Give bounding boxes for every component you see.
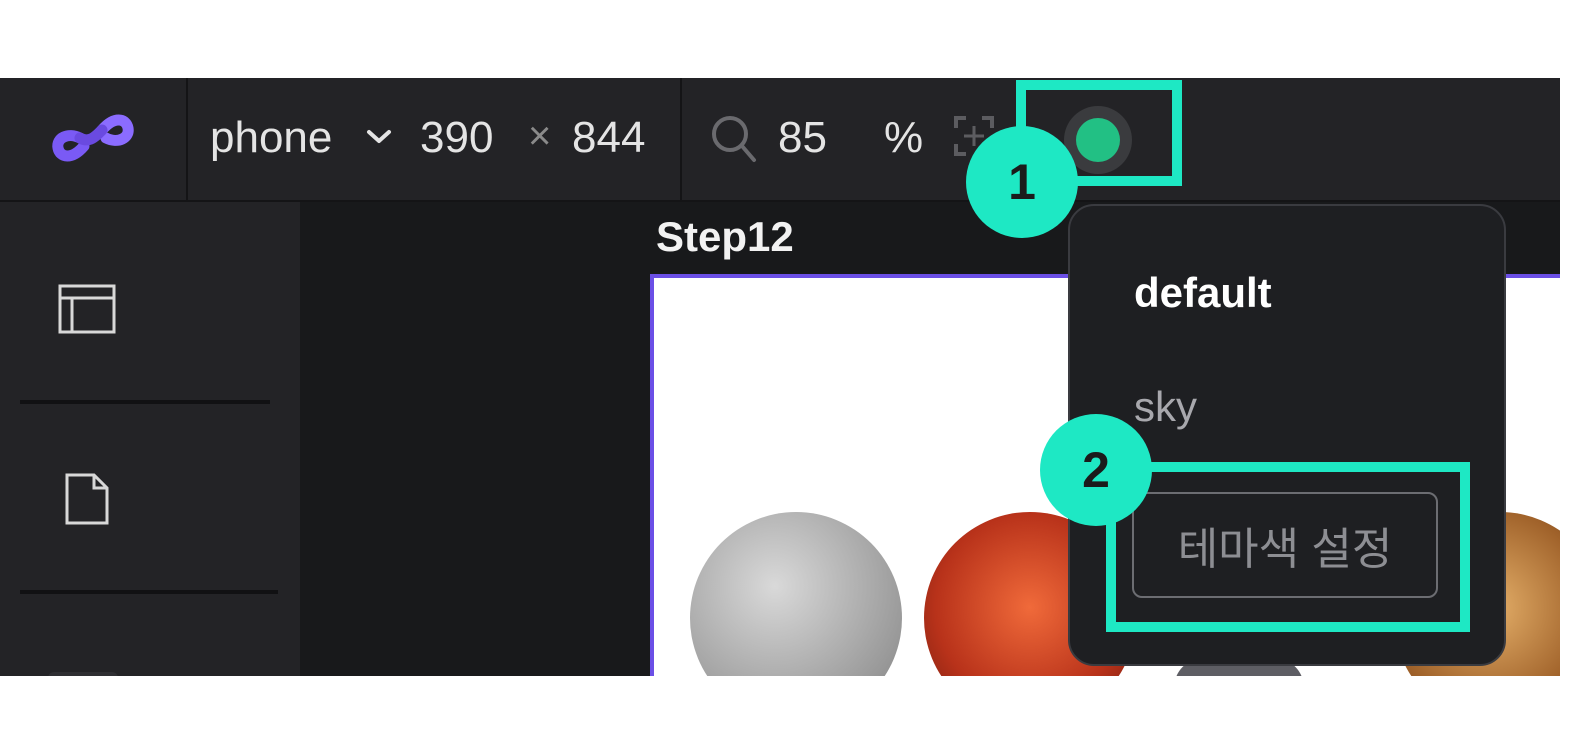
times-sign: × <box>528 114 552 158</box>
zoom-input[interactable]: 85 <box>778 116 827 160</box>
layout-icon[interactable] <box>58 284 116 334</box>
link-logo-icon[interactable] <box>50 98 136 178</box>
sidebar-divider <box>20 590 278 594</box>
height-input[interactable]: 844 <box>572 116 645 160</box>
theme-option-sky[interactable]: sky <box>1134 386 1197 428</box>
step-title: Step12 <box>656 213 794 260</box>
chevron-down-icon[interactable] <box>366 128 392 146</box>
theme-option-default[interactable]: default <box>1134 272 1272 314</box>
width-input[interactable]: 390 <box>420 116 493 160</box>
highlight-box-2 <box>1106 462 1470 632</box>
search-icon <box>712 116 756 162</box>
page-icon[interactable] <box>64 472 110 526</box>
top-toolbar: phone 390 × 844 85 % <box>0 78 1560 202</box>
food-image-iced-tea <box>690 512 902 676</box>
zoom-unit: % <box>884 113 924 162</box>
device-size-cell: phone 390 × 844 <box>188 78 682 200</box>
left-sidebar <box>0 202 300 676</box>
sidebar-divider <box>20 400 270 404</box>
step-marker-1: 1 <box>966 126 1078 238</box>
step-marker-2: 2 <box>1040 414 1152 526</box>
sidebar-item-partial[interactable] <box>48 672 118 676</box>
device-select[interactable]: phone <box>210 116 332 160</box>
logo-cell <box>0 78 188 200</box>
